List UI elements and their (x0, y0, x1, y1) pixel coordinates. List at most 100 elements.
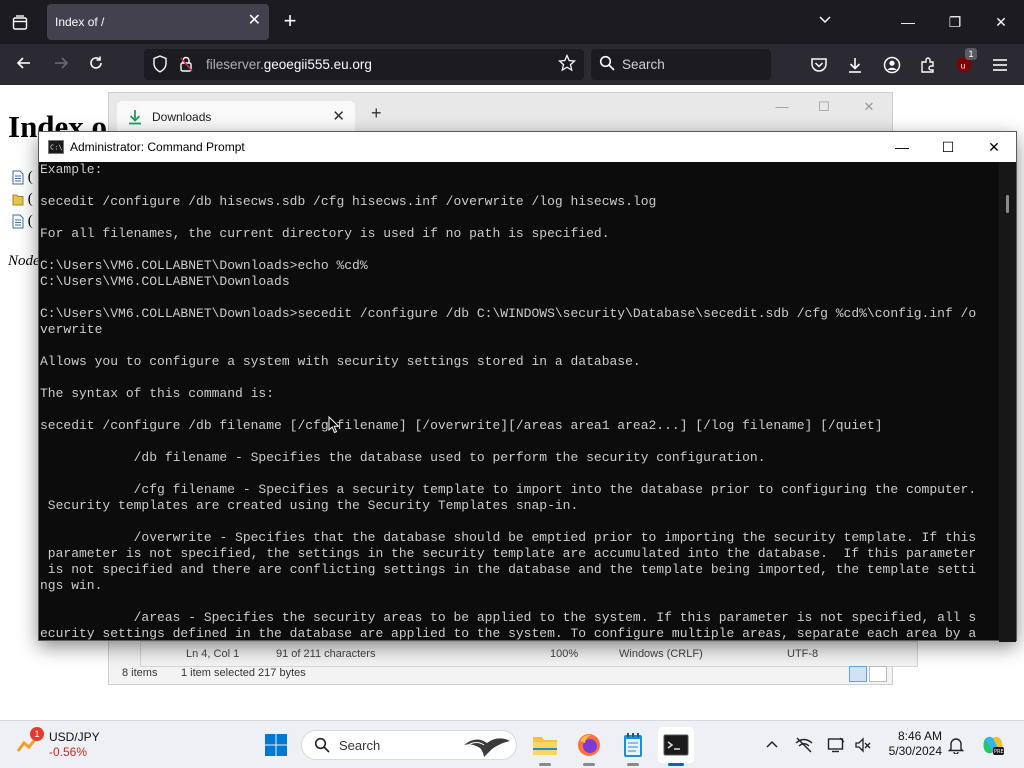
new-tab-button[interactable]: + (371, 103, 382, 124)
character-count: 91 of 211 characters (276, 648, 376, 660)
folder-icon (12, 192, 24, 207)
taskbar-command-prompt[interactable] (658, 727, 694, 766)
console-line: C:\Users\VM6.COLLABNET\Downloads>secedit… (40, 306, 977, 321)
reload-button[interactable] (83, 52, 109, 78)
console-line: /areas - Specifies the security areas to… (133, 610, 977, 625)
explorer-tab-strip: Downloads ✕ + — ☐ ✕ (109, 93, 892, 133)
new-tab-button[interactable]: + (278, 9, 302, 33)
taskbar-file-explorer[interactable] (527, 727, 563, 766)
url-bar[interactable]: fileserver.geoegii555.eu.org (144, 49, 584, 80)
extensions-icon[interactable] (915, 52, 941, 78)
downloads-icon[interactable] (842, 52, 868, 78)
console-output[interactable]: Example: secedit /configure /db hisecws.… (39, 162, 1000, 642)
cmd-title: Administrator: Command Prompt (70, 140, 245, 154)
browser-tab[interactable]: Index of / ✕ (47, 4, 269, 40)
tiles-view-button[interactable] (869, 666, 887, 682)
search-bar[interactable]: Search (591, 49, 771, 80)
svg-text:C:\: C:\ (50, 144, 63, 152)
file-row[interactable]: ( (12, 191, 36, 209)
console-line: Example: (40, 162, 103, 177)
back-button[interactable] (11, 52, 37, 78)
pocket-icon[interactable] (806, 52, 832, 78)
close-window-icon[interactable]: ✕ (987, 10, 1015, 34)
console-line: ecurity settings defined in the database… (40, 626, 977, 641)
display-icon[interactable] (826, 735, 846, 755)
cursor-position: Ln 4, Col 1 (186, 648, 240, 660)
minimize-icon[interactable]: — (879, 132, 925, 162)
mouse-pointer-icon (328, 415, 340, 437)
forward-button[interactable] (48, 52, 74, 78)
running-indicator (539, 763, 551, 766)
item-count: 8 items (122, 667, 158, 679)
browser-nav-bar: fileserver.geoegii555.eu.org Search u 1 (0, 44, 1024, 85)
console-line: /overwrite - Specifies that the database… (133, 530, 977, 545)
account-icon[interactable] (879, 52, 905, 78)
minimize-icon[interactable]: — (770, 99, 794, 114)
notifications-bell-icon[interactable] (946, 735, 966, 755)
copilot-icon[interactable]: PRE (980, 732, 1006, 758)
tab-title: Index of / (55, 15, 105, 29)
close-tab-icon[interactable]: ✕ (248, 13, 261, 29)
running-indicator (668, 763, 684, 766)
cmd-app-icon: C:\ (48, 140, 64, 157)
details-view-button[interactable] (849, 666, 867, 682)
start-button[interactable] (258, 727, 294, 763)
search-placeholder: Search (622, 57, 665, 72)
document-icon (12, 170, 24, 185)
network-offline-icon[interactable] (794, 735, 814, 755)
extension-badge: 1 (965, 48, 977, 60)
command-prompt-window: C:\ Administrator: Command Prompt — ☐ ✕ … (38, 131, 1017, 642)
ublock-icon[interactable]: u 1 (951, 48, 977, 78)
maximize-icon[interactable]: ☐ (812, 99, 836, 115)
explorer-tab[interactable]: Downloads ✕ (117, 101, 355, 133)
encoding[interactable]: UTF-8 (787, 648, 818, 660)
stock-widget[interactable]: 1 USD/JPY -0.56% (14, 727, 104, 763)
tracking-shield-icon[interactable] (152, 55, 168, 76)
file-row[interactable]: ( (12, 213, 36, 231)
volume-muted-icon[interactable] (853, 735, 873, 755)
taskbar-search[interactable]: Search (301, 730, 517, 760)
console-line: C:\Users\VM6.COLLABNET\Downloads>echo %c… (40, 258, 368, 273)
show-hidden-icons-chevron-icon[interactable] (762, 735, 782, 755)
view-toggle (847, 666, 887, 685)
svg-text:PRE: PRE (994, 749, 1004, 755)
restore-icon[interactable]: ❐ (941, 10, 969, 34)
search-icon (314, 737, 330, 756)
close-window-icon[interactable]: ✕ (857, 99, 881, 115)
console-line: Allows you to configure a system with se… (40, 354, 641, 369)
console-line: secedit /configure /db hisecws.sdb /cfg … (40, 194, 657, 209)
taskbar-notepad[interactable] (615, 727, 651, 766)
console-text: Example: secedit /configure /db hisecws.… (40, 162, 1000, 642)
console-line: ngs win. (40, 578, 103, 593)
taskbar-firefox[interactable] (571, 727, 607, 766)
browser-tab-bar: Index of / ✕ + — ❐ ✕ (0, 0, 1024, 44)
cmd-title-bar[interactable]: C:\ Administrator: Command Prompt — ☐ ✕ (39, 132, 1016, 162)
console-line: verwrite (40, 322, 103, 337)
zoom-level[interactable]: 100% (550, 648, 578, 660)
search-icon (599, 55, 615, 74)
console-scrollbar[interactable] (999, 162, 1016, 642)
taskbar-search-label: Search (339, 738, 381, 753)
currency-pair: USD/JPY (49, 730, 100, 744)
bookmark-star-icon[interactable] (557, 53, 577, 75)
list-all-tabs-icon[interactable] (811, 10, 839, 34)
console-line: Security templates are created using the… (47, 498, 579, 513)
line-endings[interactable]: Windows (CRLF) (619, 648, 703, 660)
close-tab-icon[interactable]: ✕ (332, 107, 345, 125)
console-line: parameter is not specified, the settings… (47, 546, 977, 561)
tab-list-icon[interactable] (6, 9, 34, 37)
menu-icon[interactable] (987, 52, 1013, 78)
clock-date: 5/30/2024 (888, 744, 942, 758)
close-window-icon[interactable]: ✕ (971, 132, 1017, 162)
console-line: is not specified and there are conflicti… (47, 562, 977, 577)
maximize-icon[interactable]: ☐ (925, 132, 971, 162)
system-clock[interactable]: 8:46 AM 5/30/2024 (880, 729, 942, 759)
clock-time: 8:46 AM (897, 729, 942, 743)
lock-icon[interactable] (178, 55, 194, 76)
running-indicator (583, 763, 595, 766)
file-row[interactable]: ( (12, 169, 36, 187)
console-line: C:\Users\VM6.COLLABNET\Downloads (40, 274, 290, 289)
scrollbar-thumb[interactable] (1006, 195, 1009, 213)
minimize-icon[interactable]: — (894, 10, 922, 34)
page-footer: Node (8, 253, 40, 269)
